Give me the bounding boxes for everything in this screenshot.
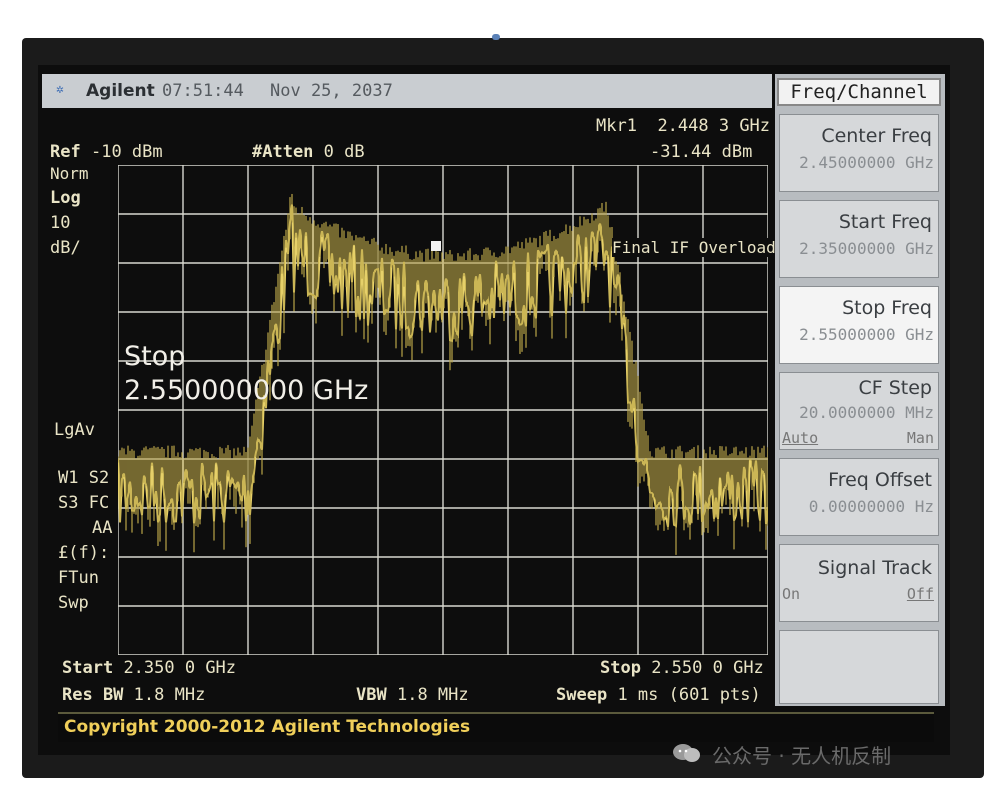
scale-value: 10 — [50, 213, 71, 233]
stop-freq-readout: Stop 2.550 0 GHz — [600, 658, 764, 678]
ftun-label: FTun — [58, 568, 99, 588]
copyright-text: Copyright 2000-2012 Agilent Technologies — [64, 717, 471, 737]
marker-amp-readout: -31.44 dBm — [650, 142, 753, 162]
trace-mode-s3fc: S3 FC — [58, 493, 110, 513]
vbw-readout: VBW 1.8 MHz — [356, 685, 469, 705]
cf-step-label: CF Step — [858, 377, 933, 399]
sweep-readout: Sweep 1 ms (601 pts) — [556, 685, 761, 705]
rbw-readout: Res BW 1.8 MHz — [62, 685, 206, 705]
start-freq-readout: Start 2.350 0 GHz — [62, 658, 237, 678]
marker-1-icon — [431, 241, 441, 251]
blank-softkey[interactable] — [779, 630, 939, 704]
brand-name: Agilent — [86, 81, 155, 101]
detector-norm: Norm — [50, 164, 89, 183]
freq-offset-value: 0.00000000 Hz — [808, 497, 934, 516]
freq-offset-label: Freq Offset — [828, 469, 932, 491]
wechat-icon — [673, 744, 700, 762]
stop-freq-value: 2.55000000 GHz — [799, 325, 934, 344]
title-bar: ✲ Agilent 07:51:44 Nov 25, 2037 — [42, 74, 772, 108]
marker-freq-readout: Mkr1 2.448 3 GHz — [596, 116, 771, 136]
watermark-text: 公众号 · 无人机反制 — [712, 744, 892, 768]
scale-unit: dB/ — [50, 238, 81, 258]
signal-track-on: On — [782, 585, 801, 603]
active-function-readout: Stop 2.550000000 GHz — [124, 341, 369, 406]
status-bar: Copyright 2000-2012 Agilent Technologies — [58, 712, 934, 742]
signal-track-label: Signal Track — [817, 557, 932, 579]
average-type: LgAv — [54, 420, 95, 440]
freq-offset-softkey[interactable]: Freq Offset 0.00000000 Hz — [779, 458, 939, 536]
trigger-ff: £(f): — [58, 543, 110, 563]
start-freq-softkey[interactable]: Start Freq 2.35000000 GHz — [779, 200, 939, 278]
swp-label: Swp — [58, 593, 89, 613]
agilent-logo-icon: ✲ — [56, 82, 64, 97]
cf-step-value: 20.0000000 MHz — [799, 403, 934, 422]
menu-title: Freq/Channel — [777, 78, 941, 106]
start-freq-value: 2.35000000 GHz — [799, 239, 934, 258]
center-freq-softkey[interactable]: Center Freq 2.45000000 GHz — [779, 114, 939, 192]
power-led — [492, 34, 500, 40]
clock-time: 07:51:44 — [162, 81, 244, 101]
marker-diamond — [431, 241, 441, 251]
cf-step-auto: Auto — [782, 429, 819, 447]
center-freq-label: Center Freq — [821, 125, 932, 147]
stop-freq-label: Stop Freq — [842, 297, 932, 319]
clock-date: Nov 25, 2037 — [270, 81, 393, 101]
overload-warning: Final IF Overload — [612, 238, 776, 257]
trace-mode-w1s2: W1 S2 — [58, 468, 110, 488]
start-freq-label: Start Freq — [838, 211, 932, 233]
signal-track-softkey[interactable]: Signal Track On Off — [779, 544, 939, 622]
center-freq-value: 2.45000000 GHz — [799, 153, 934, 172]
atten-readout: #Atten 0 dB — [252, 142, 365, 162]
signal-track-off: Off — [906, 585, 934, 603]
scale-type: Log — [50, 188, 81, 208]
cf-step-softkey[interactable]: CF Step 20.0000000 MHz Auto Man — [779, 372, 939, 450]
stop-freq-softkey[interactable]: Stop Freq 2.55000000 GHz — [779, 286, 939, 364]
cf-step-man: Man — [906, 429, 934, 447]
ref-level-readout: Ref -10 dBm — [50, 142, 163, 162]
trace-mode-aa: AA — [92, 518, 113, 538]
